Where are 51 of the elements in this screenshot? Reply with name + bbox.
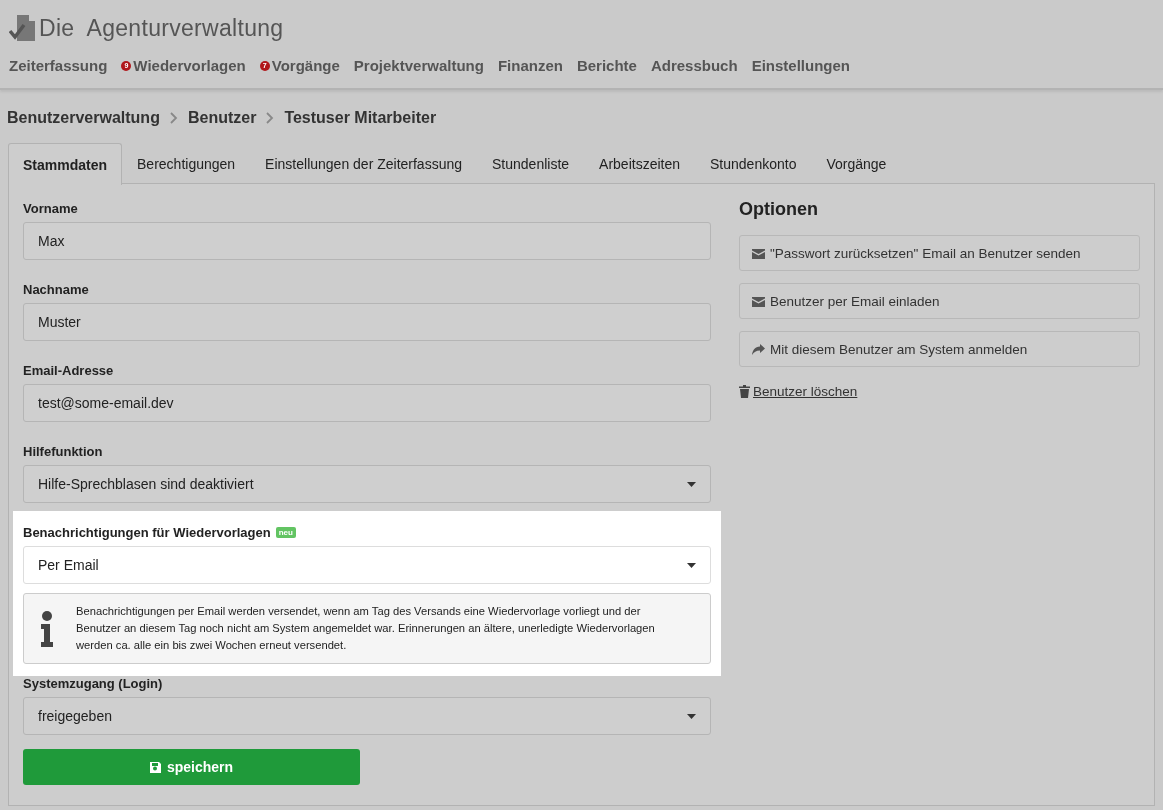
section-title: Optionen <box>739 199 819 220</box>
option-button[interactable]: Mit diesem Benutzer am System anmelden <box>739 331 1140 367</box>
tab[interactable]: Einstellungen der Zeiterfassung <box>250 143 477 184</box>
input-field[interactable]: Max <box>23 222 711 260</box>
breadcrumb-item[interactable]: Benutzer <box>187 109 257 127</box>
field-label: Nachname <box>23 282 89 297</box>
caret-icon <box>687 562 696 568</box>
envelope-icon <box>752 295 765 307</box>
share-arrow-icon <box>752 343 765 355</box>
caret-icon <box>687 713 696 719</box>
tab[interactable]: Vorgänge <box>811 143 902 184</box>
nav-link[interactable]: Berichte <box>576 57 637 74</box>
tab[interactable]: Stammdaten <box>8 143 123 185</box>
nav-link[interactable]: Finanzen <box>497 57 563 74</box>
dropdown[interactable]: Hilfe-Sprechblasen sind deaktiviert <box>23 465 711 503</box>
input-field[interactable]: test@some-email.dev <box>23 384 711 422</box>
option-button[interactable]: "Passwort zurücksetzen" Email an Benutzer senden <box>739 235 1140 271</box>
breadcrumb-item[interactable]: Benutzerverwaltung <box>7 109 160 127</box>
dropdown-value: Per Email <box>38 557 99 573</box>
delete-link[interactable]: Benutzer löschen <box>753 384 858 399</box>
field-label: Hilfefunktion <box>23 444 103 459</box>
info-text: Benachrichtigungen per Email werden versendet, wenn am Tag des Versands eine Wiedervorlage vorliegt und der Benutzer an diesem Tag noch nicht am System angemeldet war. Erinnerungen an ältere, unerledigte Wiedervorlagen werden ca. alle ein bis zwei Wochen erneut versendet. <box>76 604 656 653</box>
field-label: Email-Adresse <box>23 363 114 378</box>
new-badge: neu <box>275 527 296 538</box>
chevron-right-icon <box>266 112 275 124</box>
field-label: Systemzugang (Login) <box>23 676 163 691</box>
document-check-icon <box>9 15 37 41</box>
caret-icon <box>687 481 696 487</box>
info-icon <box>40 610 54 647</box>
tab[interactable]: Arbeitszeiten <box>584 143 695 184</box>
nav-link[interactable]: Projektverwaltung <box>353 57 484 74</box>
tab[interactable]: Berechtigungen <box>122 143 251 184</box>
dropdown-value: freigegeben <box>38 708 112 724</box>
dropdown[interactable]: freigegeben <box>23 697 711 735</box>
nav-link[interactable]: Einstellungen <box>751 57 850 74</box>
app-title: Die Agenturverwaltung <box>39 14 284 42</box>
breadcrumb-item: Testuser Mitarbeiter <box>284 109 437 127</box>
nav-link[interactable]: Zeiterfassung <box>9 57 108 74</box>
save-button[interactable]: speichern <box>23 749 360 785</box>
field-label: Vorname <box>23 201 78 216</box>
input-field[interactable]: Muster <box>23 303 711 341</box>
dropdown[interactable]: Per Email <box>23 546 711 584</box>
field-label: Benachrichtigungen für Wiedervorlagen <box>23 525 271 540</box>
envelope-icon <box>752 247 765 259</box>
option-button[interactable]: Benutzer per Email einladen <box>739 283 1140 319</box>
trash-icon <box>739 385 750 398</box>
tab[interactable]: Stundenliste <box>477 143 585 184</box>
tab[interactable]: Stundenkonto <box>695 143 812 184</box>
nav-link[interactable]: Adressbuch <box>650 57 738 74</box>
chevron-right-icon <box>169 112 178 124</box>
dropdown-value: Hilfe-Sprechblasen sind deaktiviert <box>38 476 254 492</box>
